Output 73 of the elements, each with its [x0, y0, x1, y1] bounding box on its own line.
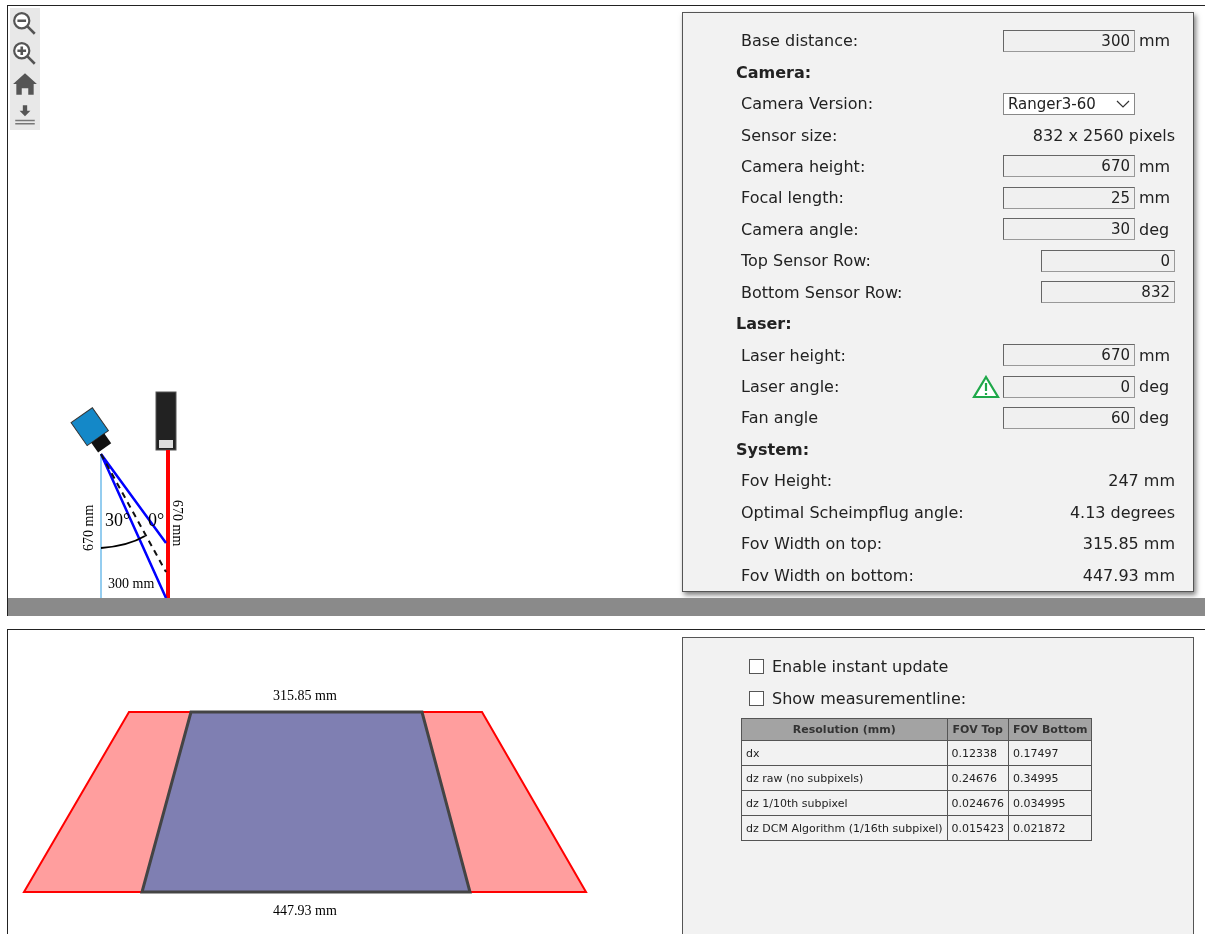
laser-height-label: 670 mm [170, 500, 185, 547]
column-header: Resolution (mm) [741, 718, 948, 741]
input-field[interactable]: 832 [1041, 281, 1175, 304]
readout-value: 832 x 2560 pixels [1032, 125, 1175, 145]
unit-label: mm [1139, 188, 1172, 208]
input-field[interactable]: 670 [1003, 344, 1135, 367]
field-label: Laser height: [741, 345, 846, 365]
laser-icon [155, 391, 177, 451]
unit-label: deg [1139, 219, 1171, 239]
input-field[interactable]: 60 [1003, 406, 1135, 429]
table-cell: 0.015423 [947, 815, 1009, 841]
table-cell: 0.24676 [947, 765, 1009, 791]
field-label: Focal length: [741, 188, 844, 208]
unit-label: mm [1139, 31, 1172, 51]
table-cell: 0.34995 [1008, 765, 1092, 791]
field-label: Fov Height: [741, 471, 833, 491]
readout-value: 315.85 mm [1082, 534, 1175, 554]
section-heading: Laser: [736, 314, 792, 334]
checkbox-option[interactable]: Show measurementline: [741, 682, 1193, 714]
home-icon[interactable] [12, 71, 38, 97]
readout-value: 4.13 degrees [1069, 502, 1175, 522]
input-field[interactable]: 25 [1003, 186, 1135, 209]
table-cell: 0.021872 [1008, 815, 1092, 841]
unit-label: mm [1139, 345, 1172, 365]
field-label: Fan angle [741, 408, 819, 428]
unit-label: deg [1139, 377, 1171, 397]
readout-value: 247 mm [1108, 471, 1175, 491]
input-field[interactable]: 30 [1003, 218, 1135, 241]
table-cell: dz raw (no subpixels) [741, 765, 948, 791]
camera-icon [70, 407, 112, 453]
base-distance-label: 300 mm [108, 576, 155, 591]
checkbox[interactable] [749, 658, 764, 674]
table-cell: 0.17497 [1008, 740, 1092, 766]
column-header: FOV Top [947, 718, 1009, 741]
angle-arc [100, 535, 146, 549]
zoom-in-icon[interactable] [12, 41, 38, 67]
field-label: Top Sensor Row: [741, 251, 871, 271]
field-label: Camera height: [741, 156, 866, 176]
checkbox[interactable] [749, 690, 764, 706]
field-label: Sensor size: [741, 125, 838, 145]
section-heading: System: [736, 439, 810, 459]
input-field[interactable]: 0 [1003, 375, 1135, 398]
field-label: Optimal Scheimpflug angle: [741, 502, 964, 522]
table-cell: 0.12338 [947, 740, 1009, 766]
field-label: Camera angle: [741, 219, 859, 239]
unit-label: mm [1139, 156, 1172, 176]
table-cell: dz 1/10th subpixel [741, 790, 948, 816]
camera-dropdown[interactable]: Ranger3-60 [1003, 92, 1135, 115]
field-label: Fov Width on bottom: [741, 565, 914, 585]
field-label: Bottom Sensor Row: [741, 282, 903, 302]
field-label: Camera Version: [741, 94, 874, 114]
table-cell: 0.034995 [1008, 790, 1092, 816]
input-field[interactable]: 670 [1003, 155, 1135, 178]
field-label: Fov Width on top: [741, 534, 883, 554]
table-cell: dx [741, 740, 948, 766]
laser-angle-label: 0° [148, 510, 165, 530]
readout-value: 447.93 mm [1082, 565, 1175, 585]
camera-height-label: 670 mm [81, 504, 96, 551]
section-heading: Camera: [736, 62, 812, 82]
chevron-icon [1116, 99, 1130, 108]
unit-label: deg [1139, 408, 1171, 428]
camera-angle-label: 30° [105, 510, 131, 530]
field-label: Base distance: [741, 31, 859, 51]
top-width-label: 315.85 mm [273, 688, 337, 703]
zoom-out-icon[interactable] [12, 11, 38, 37]
field-label: Laser angle: [741, 377, 840, 397]
bottom-width-label: 447.93 mm [273, 903, 337, 918]
input-field[interactable]: 300 [1003, 29, 1135, 52]
checkbox-option[interactable]: Enable instant update [741, 650, 1193, 682]
table-cell: dz DCM Algorithm (1/16th subpixel) [741, 815, 948, 841]
column-header: FOV Bottom [1008, 718, 1092, 741]
table-cell: 0.024676 [947, 790, 1009, 816]
input-field[interactable]: 0 [1041, 249, 1175, 272]
